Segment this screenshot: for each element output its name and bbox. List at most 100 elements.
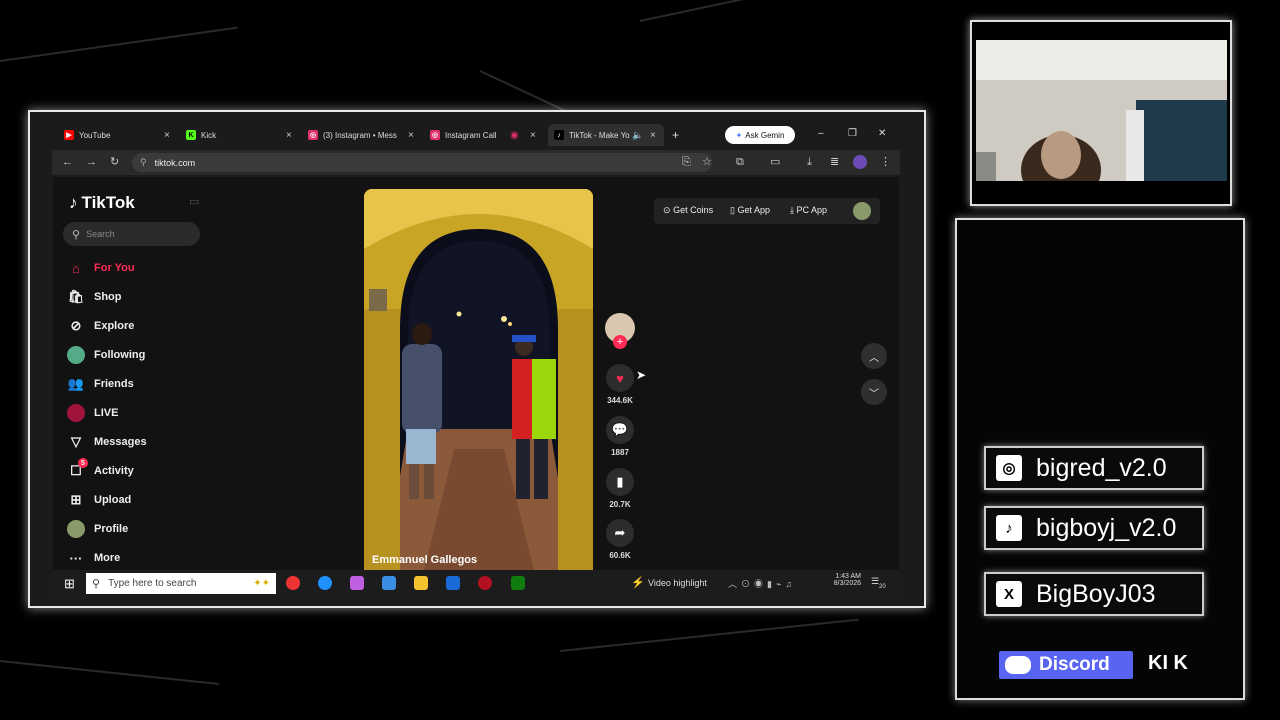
social-instagram: ◎ bigred_v2.0: [984, 446, 1204, 490]
file-explorer-icon[interactable]: [414, 576, 428, 590]
phone-icon: ▯: [730, 205, 735, 215]
kick-logo: KI K: [1148, 652, 1188, 674]
social-tiktok: ♪ bigboyj_v2.0: [984, 506, 1204, 550]
minimize-button[interactable]: –: [818, 128, 824, 139]
close-tab-icon[interactable]: ×: [164, 130, 170, 141]
store-icon[interactable]: [446, 576, 460, 590]
tab-bar: ▶ YouTube × K Kick × ◎ (3) Instagram • M…: [52, 124, 900, 146]
taskbar-search-input[interactable]: ⚲ Type here to search ✦✦: [86, 573, 276, 594]
address-bar: ← → ↻ ⚲ tiktok.com ⎘ ☆ ⧉ ▭ ⤓ ≣ ⋮: [52, 150, 900, 175]
tab-instagram-call[interactable]: ◎ Instagram Call ◉ ×: [430, 124, 542, 146]
coin-icon: ⊙: [663, 205, 671, 215]
following-avatar-icon: [67, 346, 85, 364]
pc-app-button[interactable]: ⤓ PC App: [790, 205, 827, 216]
search-input[interactable]: ⚲ Search: [63, 222, 200, 246]
cast-icon[interactable]: ⎘: [682, 156, 691, 168]
tiktok-icon: ♪: [554, 130, 564, 140]
share-count: 60.6K: [609, 551, 631, 560]
tab-label: TikTok - Make Yo: [569, 130, 630, 140]
follow-plus-icon[interactable]: +: [613, 335, 627, 349]
video-author[interactable]: Emmanuel Gallegos: [372, 554, 477, 566]
notification-center-icon[interactable]: ☰: [871, 576, 879, 587]
nav-following[interactable]: Following: [67, 344, 145, 366]
next-video-button[interactable]: ﹀: [861, 379, 887, 405]
edge-icon[interactable]: [318, 576, 332, 590]
system-tray-icons[interactable]: ︿⊙◉▮⌁♫: [728, 577, 796, 590]
nav-more[interactable]: ··· More: [67, 547, 121, 569]
tiktok-note-icon: ♪: [69, 193, 78, 212]
ask-gemini-button[interactable]: ✦ Ask Gemin: [725, 126, 795, 144]
new-tab-button[interactable]: +: [672, 128, 679, 142]
tab-instagram-messages[interactable]: ◎ (3) Instagram • Mess ×: [308, 124, 420, 146]
chrome-icon[interactable]: [286, 576, 300, 590]
nav-shop[interactable]: 🛍 Shop: [67, 286, 122, 308]
friends-icon: 👥: [67, 376, 85, 391]
ask-gemini-label: Ask Gemin: [745, 130, 785, 140]
collapse-sidebar-icon[interactable]: ▭: [189, 195, 199, 208]
background-line: [639, 0, 895, 22]
close-tab-icon[interactable]: ×: [408, 130, 414, 141]
forward-icon[interactable]: →: [86, 156, 97, 168]
nav-for-you[interactable]: ⌂ For You: [67, 257, 134, 279]
windows-start-icon[interactable]: ⊞: [64, 576, 75, 592]
tiktok-logo[interactable]: ♪ TikTok: [69, 193, 135, 213]
nav-profile[interactable]: Profile: [67, 518, 128, 540]
video-frame: [364, 189, 593, 570]
tab-youtube[interactable]: ▶ YouTube ×: [64, 124, 176, 146]
download-icon: ⤓: [790, 205, 794, 215]
bookmark-star-icon[interactable]: ☆: [702, 156, 712, 168]
tab-label: Kick: [201, 130, 217, 140]
close-window-button[interactable]: ✕: [878, 128, 886, 139]
tab-tiktok[interactable]: ♪ TikTok - Make Yo 🔈 ×: [548, 124, 664, 146]
nav-messages[interactable]: ▽ Messages: [67, 431, 147, 453]
clock[interactable]: 1:43 AM 8/3/2026: [821, 573, 861, 587]
get-coins-button[interactable]: ⊙ Get Coins: [663, 205, 713, 216]
menu-icon[interactable]: ⋮: [880, 156, 891, 168]
share-icon: ➦: [606, 519, 634, 547]
copilot-icon[interactable]: [350, 576, 364, 590]
tiktok-page: ♪ TikTok ▭ ⚲ Search ⌂ For You 🛍 Shop ⊘ E…: [53, 177, 899, 570]
media-icon[interactable]: ≣: [830, 156, 839, 168]
video-highlight-label[interactable]: Video highlight: [648, 578, 707, 588]
restore-button[interactable]: ❐: [848, 128, 857, 139]
get-app-button[interactable]: ▯ Get App: [730, 205, 770, 216]
save-button[interactable]: ▮ 20.7K: [605, 468, 635, 509]
obs-icon[interactable]: [478, 576, 492, 590]
split-view-icon[interactable]: ▭: [770, 156, 780, 168]
background-line: [559, 618, 859, 652]
nav-upload[interactable]: ⊞ Upload: [67, 489, 132, 511]
tab-kick[interactable]: K Kick ×: [186, 124, 298, 146]
like-count: 344.6K: [607, 396, 633, 405]
reload-icon[interactable]: ↻: [110, 156, 119, 168]
mail-icon[interactable]: [382, 576, 396, 590]
heart-icon: ♥: [606, 364, 634, 392]
download-icon[interactable]: ⤓: [807, 156, 812, 168]
url-field[interactable]: ⚲ tiktok.com: [132, 153, 712, 172]
messages-icon: ▽: [71, 434, 81, 449]
tab-label: Instagram Call: [445, 130, 497, 140]
close-tab-icon[interactable]: ×: [650, 130, 656, 141]
author-avatar[interactable]: +: [605, 313, 635, 349]
comment-count: 1887: [611, 448, 629, 457]
profile-avatar-icon[interactable]: [853, 155, 867, 169]
notification-count: 20: [879, 584, 886, 590]
nav-live[interactable]: LIVE: [67, 402, 118, 424]
tiktok-icon: ♪: [996, 515, 1022, 541]
speaker-icon[interactable]: 🔈: [632, 130, 643, 141]
profile-avatar-icon[interactable]: [853, 202, 871, 220]
back-icon[interactable]: ←: [62, 156, 73, 168]
video-player[interactable]: Emmanuel Gallegos: [364, 189, 593, 570]
top-actions: ⊙ Get Coins ▯ Get App ⤓ PC App: [654, 198, 880, 224]
previous-video-button[interactable]: ︿: [861, 343, 887, 369]
comment-button[interactable]: 💬 1887: [605, 416, 635, 457]
nav-explore[interactable]: ⊘ Explore: [67, 315, 135, 337]
close-tab-icon[interactable]: ×: [530, 130, 536, 141]
extensions-icon[interactable]: ⧉: [736, 156, 744, 168]
like-button[interactable]: ♥ 344.6K: [605, 364, 635, 405]
site-info-icon[interactable]: ⚲: [140, 157, 147, 168]
close-tab-icon[interactable]: ×: [286, 130, 292, 141]
share-button[interactable]: ➦ 60.6K: [605, 519, 635, 560]
nav-activity[interactable]: ☐ 5 Activity: [67, 458, 134, 482]
xbox-icon[interactable]: [511, 576, 525, 590]
nav-friends[interactable]: 👥 Friends: [67, 373, 134, 395]
